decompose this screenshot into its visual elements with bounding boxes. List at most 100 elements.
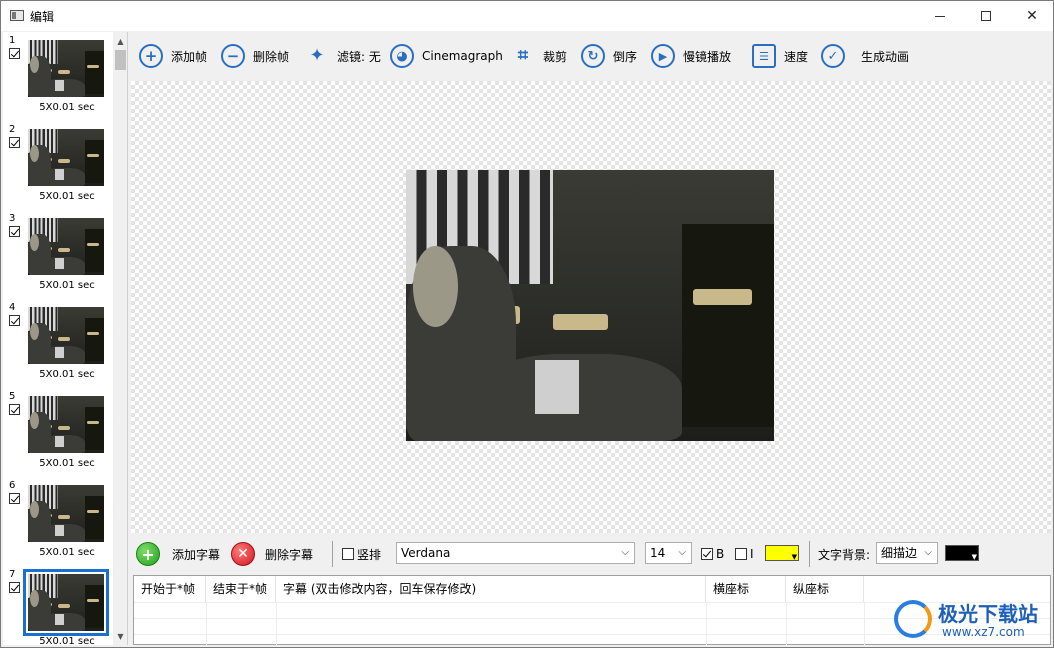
frame-thumbnail <box>28 218 104 275</box>
frame-thumbnail <box>28 40 104 97</box>
filter-button[interactable]: ✦ 滤镜: 无 <box>305 42 381 70</box>
frame-item-selected[interactable]: 7 5X0.01 sec <box>3 566 113 645</box>
frame-number: 2 <box>9 124 16 135</box>
speed-label: 速度 <box>784 49 809 64</box>
font-select[interactable]: Verdana ⌵ <box>396 542 635 564</box>
editor-window: 编辑 ✕ 1 5X0.01 sec 2 5X0.01 sec 3 5X0.01 … <box>0 0 1054 648</box>
frame-checkbox[interactable] <box>9 315 20 326</box>
watermark-url: www.xz7.com <box>942 625 1025 639</box>
column-header-start[interactable]: 开始于*帧 <box>134 576 206 602</box>
chevron-down-icon: ⌵ <box>924 547 932 558</box>
reverse-button[interactable]: ↻ 倒序 <box>581 42 637 70</box>
divider <box>809 541 810 567</box>
palette-icon: ◕ <box>390 44 414 68</box>
frame-thumbnail <box>28 485 104 542</box>
text-color-picker[interactable]: ▼ <box>765 545 799 561</box>
generate-label: 生成动画 <box>861 49 910 64</box>
bold-checkbox-box[interactable] <box>701 548 713 560</box>
plus-circle-icon: + <box>139 44 163 68</box>
reverse-label: 倒序 <box>613 49 638 64</box>
cinemagraph-label: Cinemagraph <box>422 49 503 63</box>
vertical-label: 竖排 <box>357 547 382 562</box>
frame-duration: 5X0.01 sec <box>39 369 95 380</box>
delete-frame-button[interactable]: − 删除帧 <box>221 42 289 70</box>
dropdown-arrow-icon: ▼ <box>971 553 977 561</box>
frame-checkbox[interactable] <box>9 493 20 504</box>
column-divider <box>786 602 787 646</box>
crop-button[interactable]: ⌗ 裁剪 <box>511 42 567 70</box>
app-icon <box>10 10 24 21</box>
dropdown-arrow-icon: ▼ <box>791 553 797 561</box>
frame-number: 7 <box>9 569 16 580</box>
equalizer-icon: ☰ <box>752 44 776 68</box>
bold-checkbox[interactable]: B <box>701 541 724 567</box>
main-toolbar: + 添加帧 − 删除帧 ✦ 滤镜: 无 ◕ Cinemagraph ⌗ 裁剪 ↻… <box>131 35 1051 77</box>
delete-subtitle-button[interactable]: ✕ 删除字幕 <box>231 541 313 567</box>
minimize-button[interactable] <box>917 1 963 31</box>
frame-item[interactable]: 6 5X0.01 sec <box>3 477 113 566</box>
slow-motion-button[interactable]: ▶ 慢镜播放 <box>651 42 731 70</box>
frame-thumbnail <box>28 129 104 186</box>
scroll-down-arrow-icon[interactable]: ▼ <box>113 629 127 644</box>
text-bg-value: 细描边 <box>881 546 918 560</box>
frame-list-scrollbar[interactable]: ▲ ▼ <box>113 32 127 645</box>
column-header-y[interactable]: 纵座标 <box>786 576 864 602</box>
close-x-icon: ✕ <box>231 542 255 566</box>
chevron-down-icon: ⌵ <box>621 547 629 558</box>
check-circle-icon: ✓ <box>821 44 845 68</box>
watermark-logo-icon <box>894 600 932 638</box>
column-divider <box>864 602 865 646</box>
frame-duration: 5X0.01 sec <box>39 102 95 113</box>
frame-number: 4 <box>9 302 16 313</box>
italic-checkbox[interactable]: I <box>735 541 754 567</box>
frame-item[interactable]: 3 5X0.01 sec <box>3 210 113 299</box>
vertical-checkbox-box[interactable] <box>342 548 354 560</box>
frame-duration: 5X0.01 sec <box>39 636 95 645</box>
frame-item[interactable]: 2 5X0.01 sec <box>3 121 113 210</box>
add-subtitle-label: 添加字幕 <box>172 547 221 562</box>
scroll-thumb[interactable] <box>115 50 126 70</box>
frame-checkbox[interactable] <box>9 582 20 593</box>
minimize-icon <box>935 15 945 17</box>
crop-label: 裁剪 <box>543 49 568 64</box>
frame-number: 3 <box>9 213 16 224</box>
close-button[interactable]: ✕ <box>1009 1 1054 31</box>
generate-button[interactable]: ✓ 生成动画 <box>821 42 909 70</box>
speed-button[interactable]: ☰ 速度 <box>752 42 808 70</box>
column-header-end[interactable]: 结束于*帧 <box>206 576 276 602</box>
frame-number: 1 <box>9 35 16 46</box>
watermark-brand: 极光下载站 <box>938 602 1038 626</box>
maximize-icon <box>981 11 991 21</box>
italic-checkbox-box[interactable] <box>735 548 747 560</box>
frame-checkbox[interactable] <box>9 137 20 148</box>
frame-item[interactable]: 4 5X0.01 sec <box>3 299 113 388</box>
add-frame-button[interactable]: + 添加帧 <box>139 42 207 70</box>
scroll-up-arrow-icon[interactable]: ▲ <box>113 34 127 49</box>
delete-frame-label: 删除帧 <box>253 49 290 64</box>
bg-color-picker[interactable]: ▼ <box>945 545 979 561</box>
frame-preview-image <box>406 170 774 441</box>
add-subtitle-button[interactable]: + 添加字幕 <box>136 541 220 567</box>
play-icon: ▶ <box>651 44 675 68</box>
column-header-subtitle[interactable]: 字幕 (双击修改内容，回车保存修改) <box>276 576 706 602</box>
maximize-button[interactable] <box>963 1 1009 31</box>
column-header-x[interactable]: 横座标 <box>706 576 786 602</box>
slow-motion-label: 慢镜播放 <box>683 49 732 64</box>
frame-duration: 5X0.01 sec <box>39 280 95 291</box>
frame-checkbox[interactable] <box>9 404 20 415</box>
magic-wand-icon: ✦ <box>309 45 325 66</box>
frame-checkbox[interactable] <box>9 226 20 237</box>
frame-list: 1 5X0.01 sec 2 5X0.01 sec 3 5X0.01 sec 4… <box>3 32 128 645</box>
frame-item[interactable]: 1 5X0.01 sec <box>3 32 113 121</box>
minus-circle-icon: − <box>221 44 245 68</box>
filter-label: 滤镜: 无 <box>337 49 381 64</box>
text-bg-select[interactable]: 细描边 ⌵ <box>876 542 938 564</box>
title-bar: 编辑 ✕ <box>1 1 1053 31</box>
font-size-value: 14 <box>650 546 666 560</box>
frame-checkbox[interactable] <box>9 48 20 59</box>
cinemagraph-button[interactable]: ◕ Cinemagraph <box>390 42 503 70</box>
frame-item[interactable]: 5 5X0.01 sec <box>3 388 113 477</box>
preview-canvas[interactable] <box>131 81 1051 533</box>
font-size-select[interactable]: 14 ⌵ <box>645 542 692 564</box>
vertical-checkbox[interactable]: 竖排 <box>342 541 381 567</box>
